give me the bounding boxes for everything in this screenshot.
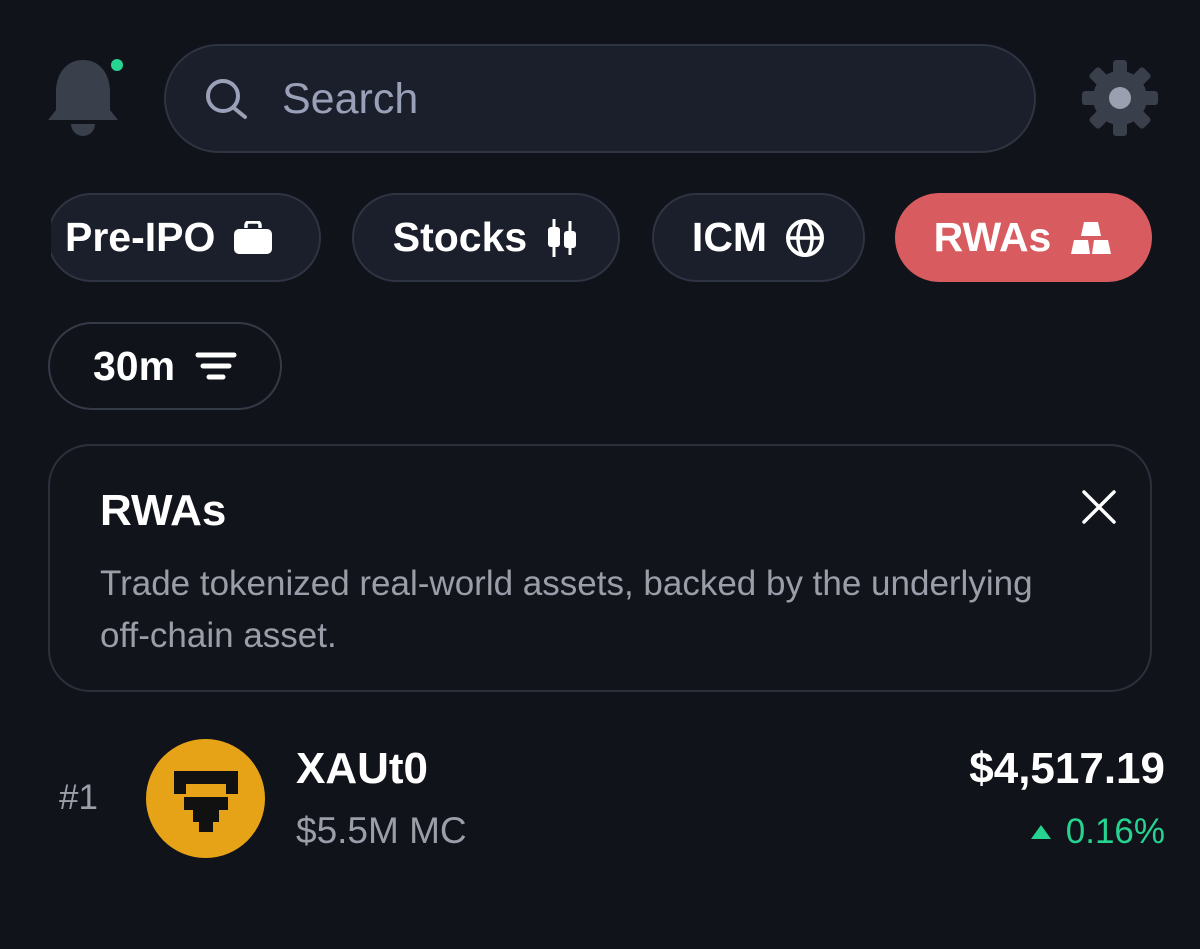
chip-pre-ipo[interactable]: Pre-IPO: [51, 193, 321, 282]
chip-icm[interactable]: ICM: [652, 193, 865, 282]
info-card-description: Trade tokenized real-world assets, backe…: [100, 564, 1033, 655]
info-card-title: RWAs: [100, 486, 227, 535]
asset-change: 0.16%: [1030, 812, 1165, 852]
search-input[interactable]: [282, 66, 982, 132]
search-icon: [206, 79, 247, 119]
asset-change-value: 0.16%: [1065, 812, 1165, 851]
gold-bars-icon: [1069, 220, 1113, 256]
chip-rwas[interactable]: RWAs: [895, 193, 1152, 282]
triangle-up-icon: [1030, 825, 1051, 839]
asset-row[interactable]: #1 XAUt0 $5.5M MC $4,517.19 0.16%: [0, 730, 1200, 870]
sort-lines-icon: [195, 351, 237, 381]
asset-name: XAUt0: [296, 744, 429, 793]
info-card: RWAs Trade tokenized real-world assets, …: [48, 444, 1152, 692]
candlestick-icon: [545, 218, 579, 258]
chip-pre-ipo-label: Pre-IPO: [65, 214, 216, 260]
timeframe-filter-button[interactable]: 30m: [48, 322, 282, 410]
asset-logo: [146, 739, 265, 858]
notification-dot: [111, 59, 123, 71]
search-bar[interactable]: [164, 44, 1036, 153]
chip-icm-label: ICM: [691, 214, 768, 260]
chip-stocks[interactable]: Stocks: [352, 193, 620, 282]
gear-icon[interactable]: [1080, 58, 1160, 138]
asset-rank: #1: [59, 778, 98, 817]
chip-stocks-label: Stocks: [392, 214, 528, 260]
close-icon[interactable]: [1076, 484, 1122, 530]
asset-price: $4,517.19: [969, 744, 1165, 793]
timeframe-label: 30m: [92, 342, 176, 389]
globe-icon: [785, 218, 825, 258]
briefcase-icon: [233, 220, 273, 255]
app-screen: Pre-IPO Stocks ICM: [0, 0, 1200, 949]
asset-market-cap: $5.5M MC: [296, 810, 467, 851]
chip-rwas-label: RWAs: [933, 214, 1052, 260]
